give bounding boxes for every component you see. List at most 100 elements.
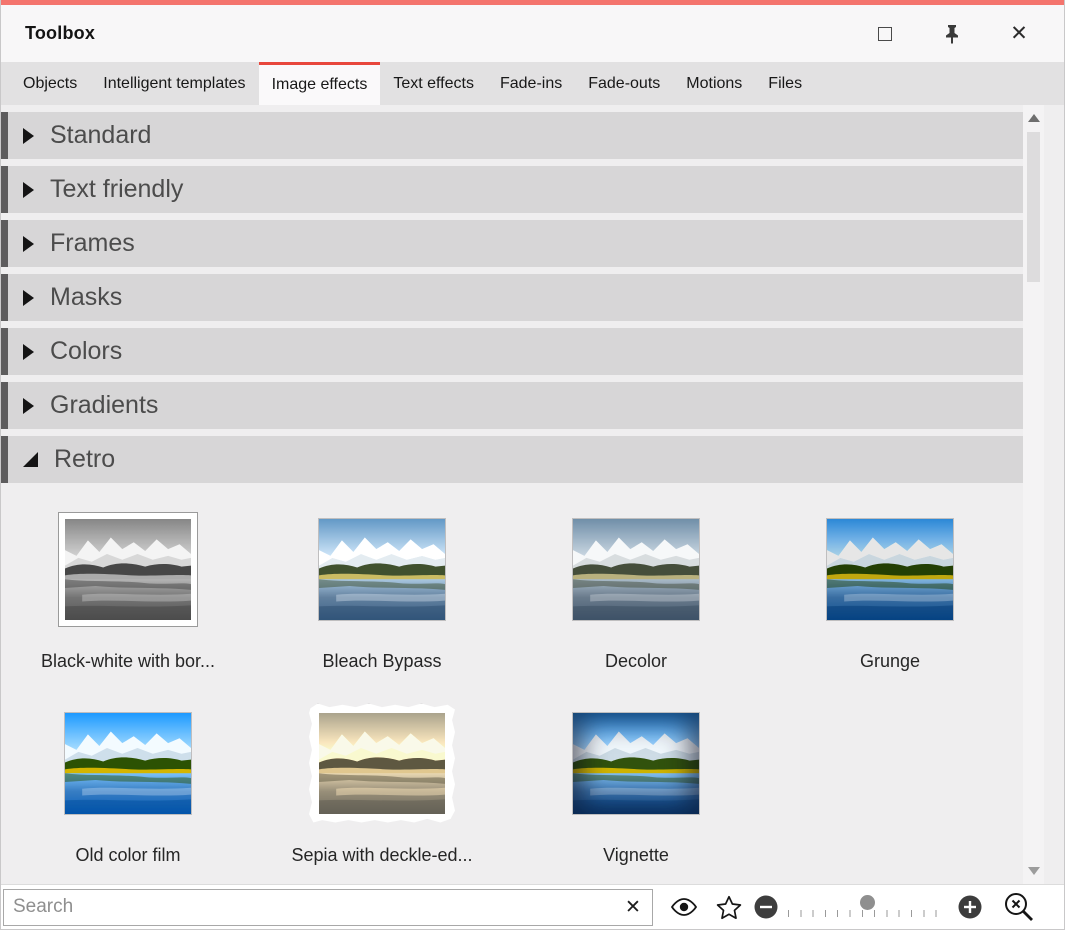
tab-text-effects[interactable]: Text effects (380, 62, 487, 105)
effect-label: Sepia with deckle-ed... (291, 845, 472, 866)
tab-label: Motions (686, 75, 742, 93)
effect-thumbnail-box (827, 513, 953, 625)
effect-thumbnail-image (65, 713, 191, 814)
category-label: Frames (50, 229, 135, 258)
category-colors[interactable]: Colors (1, 328, 1023, 375)
scrollbar-thumb[interactable] (1027, 132, 1040, 282)
category-text-friendly[interactable]: Text friendly (1, 166, 1023, 213)
tab-label: Fade-ins (500, 75, 562, 93)
expander-arrow-icon (23, 290, 34, 306)
expander-arrow-icon (23, 452, 38, 467)
effect-label: Grunge (860, 651, 920, 672)
tab-fade-outs[interactable]: Fade-outs (575, 62, 673, 105)
title-bar: Toolbox ✕ (1, 5, 1064, 62)
effect-thumbnail-frame (309, 704, 455, 823)
category-label: Standard (50, 121, 151, 150)
tab-files[interactable]: Files (755, 62, 815, 105)
effect-thumbnail-box (309, 707, 455, 819)
tab-intelligent-templates[interactable]: Intelligent templates (90, 62, 258, 105)
pin-icon (944, 24, 960, 44)
effects-grid: Black-white with bor... Bleach Bypass (1, 513, 1023, 884)
effect-item-old-color-film[interactable]: Old color film (1, 707, 255, 866)
effect-thumbnail-image (65, 519, 191, 620)
effect-thumbnail-box (573, 707, 699, 819)
thumbnail-size-slider[interactable] (784, 894, 952, 920)
expander-arrow-icon (23, 236, 34, 252)
effect-thumbnail-box (65, 707, 191, 819)
effect-label: Decolor (605, 651, 667, 672)
close-button[interactable]: ✕ (1004, 19, 1034, 49)
tab-image-effects[interactable]: Image effects (259, 62, 381, 105)
slider-thumb[interactable] (860, 895, 875, 910)
effect-item-sepia-with-deckle-ed[interactable]: Sepia with deckle-ed... (255, 707, 509, 866)
effect-thumbnail-box (319, 513, 445, 625)
clear-search-icon: ✕ (625, 896, 641, 919)
search-input[interactable] (4, 890, 614, 925)
window-title: Toolbox (25, 23, 870, 44)
expander-arrow-icon (23, 182, 34, 198)
effect-thumbnail-box (59, 513, 197, 625)
tab-label: Files (768, 75, 802, 93)
effect-item-bleach-bypass[interactable]: Bleach Bypass (255, 513, 509, 672)
close-icon: ✕ (1010, 23, 1028, 44)
effect-thumbnail-frame (573, 713, 699, 814)
effect-label: Old color film (75, 845, 180, 866)
category-label: Gradients (50, 391, 158, 420)
effect-thumbnail-frame (59, 513, 197, 626)
tab-label: Fade-outs (588, 75, 660, 93)
effect-thumbnail-frame (573, 519, 699, 620)
category-masks[interactable]: Masks (1, 274, 1023, 321)
zoom-out-button[interactable] (751, 887, 781, 927)
effect-thumbnail-image (827, 519, 953, 620)
category-gradients[interactable]: Gradients (1, 382, 1023, 429)
category-list: Standard Text friendly Frames Masks Colo… (1, 105, 1023, 884)
effect-thumbnail-frame (319, 519, 445, 620)
category-frames[interactable]: Frames (1, 220, 1023, 267)
category-standard[interactable]: Standard (1, 112, 1023, 159)
category-label: Text friendly (50, 175, 183, 204)
category-label: Colors (50, 337, 122, 366)
effect-label: Black-white with bor... (41, 651, 215, 672)
tab-fade-ins[interactable]: Fade-ins (487, 62, 575, 105)
effect-thumbnail-image (573, 713, 699, 814)
tab-bar: Objects Intelligent templates Image effe… (1, 62, 1064, 105)
eye-icon (669, 896, 699, 918)
scrollbar-down-arrow-icon[interactable] (1028, 867, 1040, 875)
main-area: Standard Text friendly Frames Masks Colo… (1, 105, 1064, 884)
effect-thumbnail-frame (65, 713, 191, 814)
footer-toolbar: ✕ (1, 884, 1064, 929)
pin-button[interactable] (937, 19, 967, 49)
effect-label: Bleach Bypass (322, 651, 441, 672)
tab-motions[interactable]: Motions (673, 62, 755, 105)
tab-label: Intelligent templates (103, 75, 245, 93)
tab-objects[interactable]: Objects (10, 62, 90, 105)
reset-zoom-button[interactable] (995, 887, 1043, 927)
clear-search-button[interactable]: ✕ (614, 890, 652, 925)
effect-thumbnail-image (319, 519, 445, 620)
maximize-icon (878, 27, 892, 41)
scrollbar-up-arrow-icon[interactable] (1028, 114, 1040, 122)
effect-item-grunge[interactable]: Grunge (763, 513, 1017, 672)
effect-item-black-white-with-bor[interactable]: Black-white with bor... (1, 513, 255, 672)
expander-arrow-icon (23, 344, 34, 360)
tab-label: Objects (23, 75, 77, 93)
scrollbar[interactable] (1023, 105, 1044, 884)
star-icon (716, 895, 742, 920)
effect-item-decolor[interactable]: Decolor (509, 513, 763, 672)
maximize-button[interactable] (870, 19, 900, 49)
category-label: Masks (50, 283, 122, 312)
effect-item-vignette[interactable]: Vignette (509, 707, 763, 866)
expander-arrow-icon (23, 128, 34, 144)
effect-thumbnail-image (573, 519, 699, 620)
effect-thumbnail-box (573, 513, 699, 625)
plus-circle-icon (957, 894, 983, 920)
zoom-in-button[interactable] (955, 887, 985, 927)
preview-button[interactable] (661, 887, 707, 927)
tab-label: Text effects (393, 75, 474, 93)
favorites-button[interactable] (707, 887, 751, 927)
slider-ticks (788, 910, 948, 917)
category-retro[interactable]: Retro (1, 436, 1023, 483)
effect-thumbnail-frame (827, 519, 953, 620)
effect-label: Vignette (603, 845, 669, 866)
tab-label: Image effects (272, 76, 368, 94)
